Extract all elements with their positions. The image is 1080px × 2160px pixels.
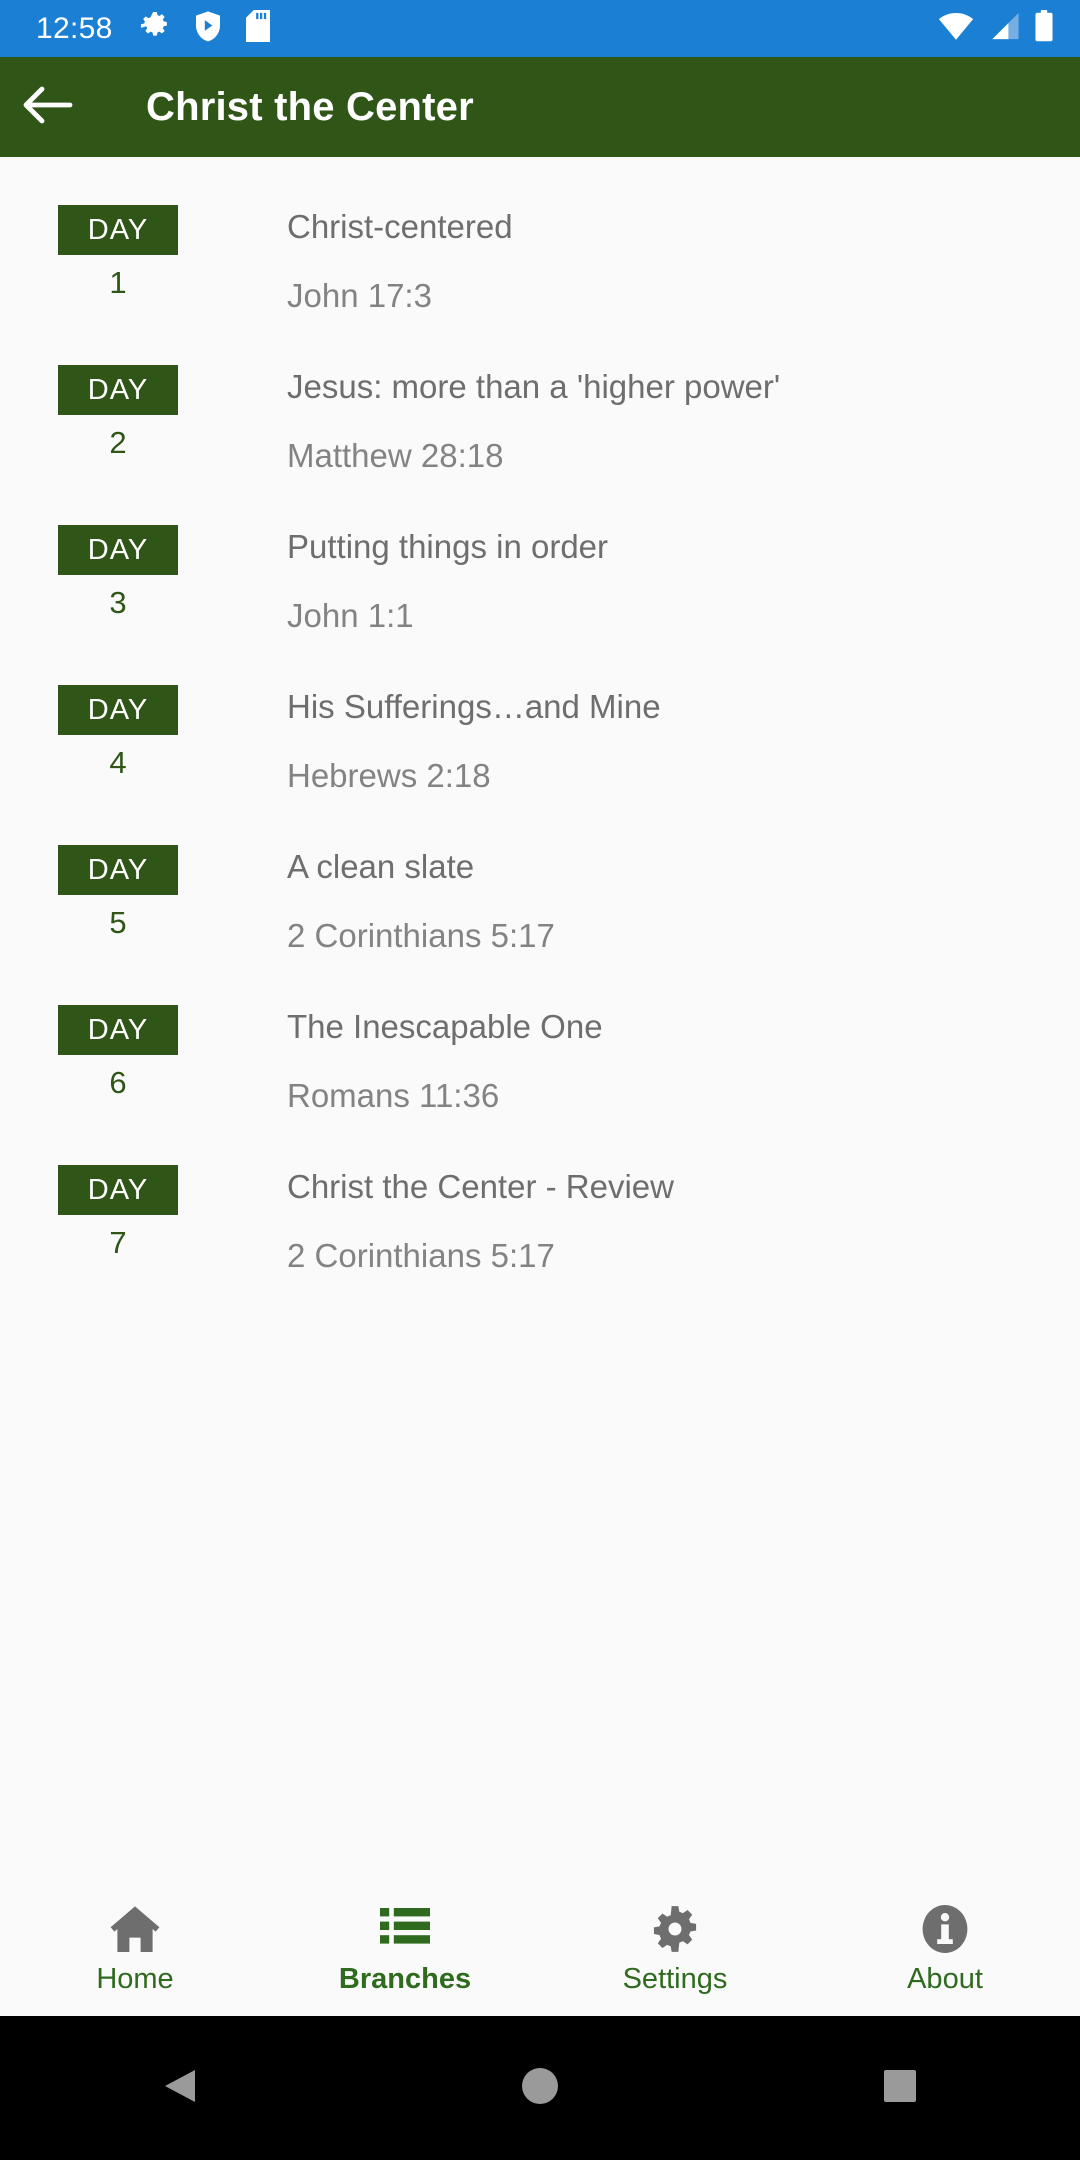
info-icon (919, 1903, 971, 1955)
day-number: 6 (109, 1065, 127, 1100)
list-item-verse: John 17:3 (287, 277, 432, 314)
day-badge-label: DAY (87, 373, 149, 406)
list-item-title: The Inescapable One (287, 1008, 603, 1045)
nav-label-about: About (907, 1962, 983, 1995)
list-item-title: Christ-centered (287, 208, 513, 245)
day-number: 5 (109, 905, 127, 940)
battery-icon (1034, 10, 1054, 47)
day-list[interactable]: DAY 1 Christ-centered John 17:3 DAY 2 Je… (0, 157, 1080, 1880)
back-arrow-icon (22, 83, 74, 132)
status-bar-notification-icons (139, 10, 271, 47)
nav-label-settings: Settings (622, 1962, 728, 1995)
list-item-title: Jesus: more than a 'higher power' (287, 368, 781, 405)
sd-card-icon (245, 10, 271, 47)
day-badge-label: DAY (87, 1013, 149, 1046)
day-badge: DAY (58, 1005, 178, 1055)
list-item-title: Christ the Center - Review (287, 1168, 674, 1205)
home-icon (109, 1903, 161, 1955)
gear-icon (649, 1903, 701, 1955)
day-number: 4 (109, 745, 127, 780)
list-item-title: Putting things in order (287, 528, 609, 565)
list-item-title: A clean slate (287, 848, 475, 885)
day-badge-label: DAY (87, 853, 149, 886)
page-title: Christ the Center (146, 84, 474, 129)
nav-item-settings[interactable]: Settings (540, 1880, 810, 2016)
recents-square-icon (883, 2069, 917, 2108)
nav-label-branches: Branches (338, 1962, 472, 1995)
list-item[interactable]: DAY 5 A clean slate 2 Corinthians 5:17 (0, 821, 1080, 981)
status-bar-clock: 12:58 (36, 11, 113, 45)
android-back-button[interactable] (100, 2016, 260, 2160)
nav-item-about[interactable]: About (810, 1880, 1080, 2016)
list-item[interactable]: DAY 1 Christ-centered John 17:3 (0, 181, 1080, 341)
list-item-title: His Sufferings…and Mine (287, 688, 661, 725)
play-protect-shield-icon (193, 10, 223, 47)
list-item-verse: 2 Corinthians 5:17 (287, 1237, 555, 1274)
list-icon (379, 1903, 431, 1955)
list-item[interactable]: DAY 2 Jesus: more than a 'higher power' … (0, 341, 1080, 501)
day-badge-label: DAY (87, 1173, 149, 1206)
bottom-navigation: Home Branches Settings About (0, 1880, 1080, 2016)
list-item[interactable]: DAY 7 Christ the Center - Review 2 Corin… (0, 1141, 1080, 1301)
list-item[interactable]: DAY 3 Putting things in order John 1:1 (0, 501, 1080, 661)
day-badge: DAY (58, 845, 178, 895)
list-item-verse: John 1:1 (287, 597, 414, 634)
nav-item-home[interactable]: Home (0, 1880, 270, 2016)
nav-label-home: Home (96, 1962, 174, 1995)
list-item-verse: Romans 11:36 (287, 1077, 500, 1114)
back-button[interactable] (0, 57, 96, 157)
app-bar: Christ the Center (0, 57, 1080, 157)
back-triangle-icon (163, 2068, 197, 2109)
day-badge: DAY (58, 685, 178, 735)
android-recents-button[interactable] (820, 2016, 980, 2160)
day-badge-label: DAY (87, 213, 149, 246)
status-bar: 12:58 (0, 0, 1080, 57)
list-item-verse: Hebrews 2:18 (287, 757, 491, 794)
list-item-verse: Matthew 28:18 (287, 437, 504, 474)
phone-screen: 12:58 Christ the Center DAY 1 Christ-cen… (0, 0, 1080, 2160)
day-badge: DAY (58, 1165, 178, 1215)
nav-item-branches[interactable]: Branches (270, 1880, 540, 2016)
day-badge-label: DAY (87, 533, 149, 566)
day-badge: DAY (58, 525, 178, 575)
status-bar-system-icons (938, 10, 1054, 47)
list-item-verse: 2 Corinthians 5:17 (287, 917, 555, 954)
day-badge: DAY (58, 365, 178, 415)
day-number: 2 (109, 425, 127, 460)
android-home-button[interactable] (460, 2016, 620, 2160)
cellular-signal-icon (988, 11, 1020, 46)
wifi-icon (938, 11, 974, 46)
day-number: 1 (109, 265, 127, 300)
day-number: 3 (109, 585, 127, 620)
list-item[interactable]: DAY 6 The Inescapable One Romans 11:36 (0, 981, 1080, 1141)
day-badge-label: DAY (87, 693, 149, 726)
android-navigation-bar (0, 2016, 1080, 2160)
home-circle-icon (521, 2067, 559, 2110)
day-badge: DAY (58, 205, 178, 255)
list-item[interactable]: DAY 4 His Sufferings…and Mine Hebrews 2:… (0, 661, 1080, 821)
day-number: 7 (109, 1225, 127, 1260)
gear-icon (139, 10, 171, 47)
